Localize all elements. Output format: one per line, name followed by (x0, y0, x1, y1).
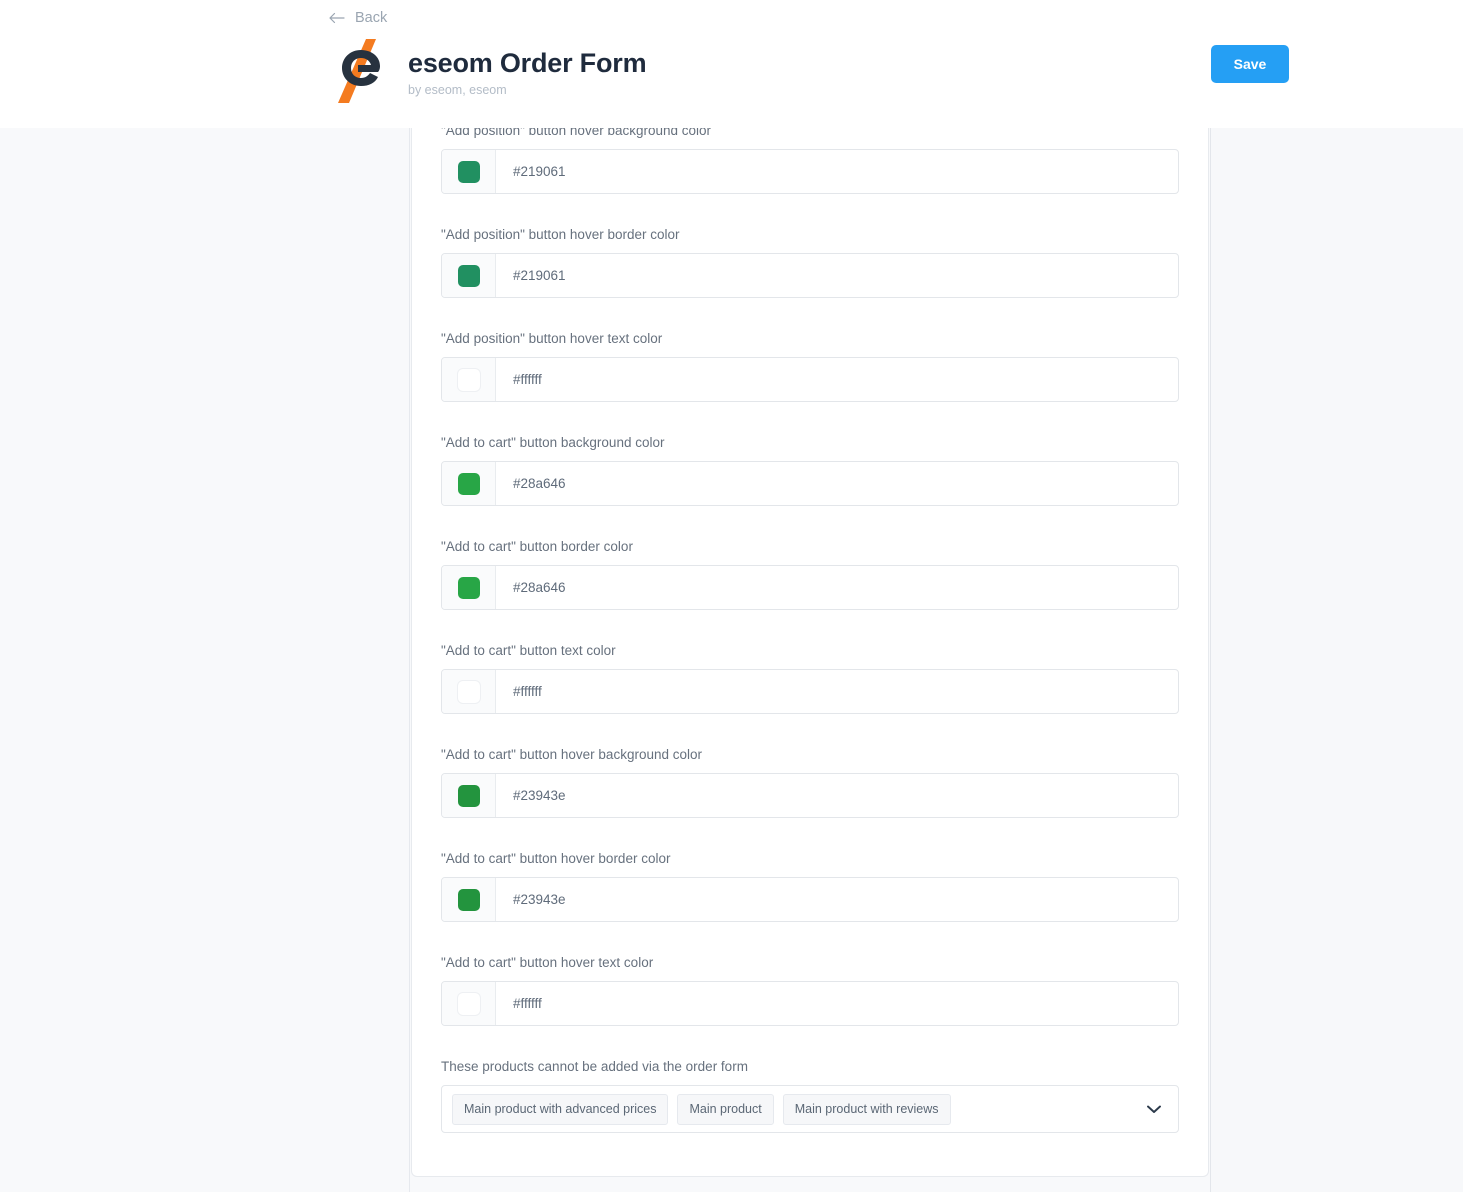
field-add-position-hover-background-color: "Add position" button hover background c… (441, 125, 1179, 194)
field-add-to-cart-background-color: "Add to cart" button background color #2… (441, 434, 1179, 506)
field-add-to-cart-border-color: "Add to cart" button border color #28a64… (441, 538, 1179, 610)
color-value-input[interactable]: #23943e (496, 774, 1178, 817)
color-input[interactable]: #219061 (441, 253, 1179, 298)
page-body: "Add position" button hover background c… (0, 125, 1463, 1192)
left-rail (0, 128, 410, 1192)
field-add-to-cart-hover-text-color: "Add to cart" button hover text color #f… (441, 954, 1179, 1026)
color-input[interactable]: #219061 (441, 149, 1179, 194)
app-header: Back eseom Order Form by eseom, eseom Sa… (0, 0, 1463, 128)
page-title: eseom Order Form (408, 47, 647, 78)
color-swatch (457, 160, 480, 183)
color-input[interactable]: #23943e (441, 877, 1179, 922)
color-value-input[interactable]: #23943e (496, 878, 1178, 921)
field-excluded-products: These products cannot be added via the o… (441, 1058, 1179, 1133)
color-value-input[interactable]: #ffffff (496, 358, 1178, 401)
eseom-logo-icon (328, 38, 392, 104)
field-add-position-hover-border-color: "Add position" button hover border color… (441, 226, 1179, 298)
field-add-to-cart-hover-border-color: "Add to cart" button hover border color … (441, 850, 1179, 922)
color-input[interactable]: #23943e (441, 773, 1179, 818)
color-swatch-button[interactable] (442, 150, 496, 193)
color-swatch-button[interactable] (442, 462, 496, 505)
color-swatch-button[interactable] (442, 982, 496, 1025)
color-swatch (457, 888, 480, 911)
color-value-input[interactable]: #219061 (496, 150, 1178, 193)
right-rail (1210, 128, 1463, 1192)
chevron-down-icon[interactable] (1146, 1101, 1162, 1117)
field-add-to-cart-hover-background-color: "Add to cart" button hover background co… (441, 746, 1179, 818)
field-label: "Add to cart" button hover text color (441, 955, 654, 970)
color-swatch-button[interactable] (442, 774, 496, 817)
color-value-input[interactable]: #ffffff (496, 670, 1178, 713)
selected-tags: Main product with advanced prices Main p… (452, 1093, 991, 1125)
color-swatch (457, 472, 480, 495)
color-swatch-button[interactable] (442, 670, 496, 713)
app-identity: eseom Order Form by eseom, eseom (328, 38, 647, 104)
app-author: by eseom, eseom (408, 82, 507, 97)
color-input[interactable]: #28a646 (441, 565, 1179, 610)
color-swatch (457, 264, 480, 287)
field-label: These products cannot be added via the o… (441, 1059, 748, 1074)
color-swatch (457, 784, 480, 807)
color-value-input[interactable]: #28a646 (496, 462, 1178, 505)
color-swatch (457, 680, 480, 703)
field-label: "Add position" button hover border color (441, 227, 680, 242)
color-value-input[interactable]: #ffffff (496, 982, 1178, 1025)
back-link[interactable]: Back (329, 9, 387, 27)
color-swatch (457, 368, 480, 391)
settings-card: "Add position" button hover background c… (411, 125, 1209, 1177)
color-swatch-button[interactable] (442, 358, 496, 401)
tag-chip[interactable]: Main product (677, 1093, 774, 1125)
arrow-left-icon (329, 11, 346, 25)
color-input[interactable]: #ffffff (441, 669, 1179, 714)
field-label: "Add to cart" button hover background co… (441, 747, 702, 762)
field-label: "Add to cart" button border color (441, 539, 633, 554)
field-label: "Add to cart" button background color (441, 435, 665, 450)
tag-chip[interactable]: Main product with reviews (782, 1093, 951, 1125)
back-label: Back (355, 10, 388, 26)
excluded-products-multiselect[interactable]: Main product with advanced prices Main p… (441, 1085, 1179, 1133)
field-add-to-cart-text-color: "Add to cart" button text color #ffffff (441, 642, 1179, 714)
field-add-position-hover-text-color: "Add position" button hover text color #… (441, 330, 1179, 402)
color-swatch-button[interactable] (442, 254, 496, 297)
color-value-input[interactable]: #28a646 (496, 566, 1178, 609)
field-label: "Add to cart" button text color (441, 643, 616, 658)
save-button[interactable]: Save (1211, 45, 1289, 83)
color-value-input[interactable]: #219061 (496, 254, 1178, 297)
color-swatch-button[interactable] (442, 566, 496, 609)
color-input[interactable]: #28a646 (441, 461, 1179, 506)
color-swatch (457, 992, 480, 1015)
field-label: "Add to cart" button hover border color (441, 851, 671, 866)
color-input[interactable]: #ffffff (441, 357, 1179, 402)
color-input[interactable]: #ffffff (441, 981, 1179, 1026)
color-swatch (457, 576, 480, 599)
tag-chip[interactable]: Main product with advanced prices (452, 1093, 669, 1125)
color-swatch-button[interactable] (442, 878, 496, 921)
field-label: "Add position" button hover text color (441, 331, 663, 346)
